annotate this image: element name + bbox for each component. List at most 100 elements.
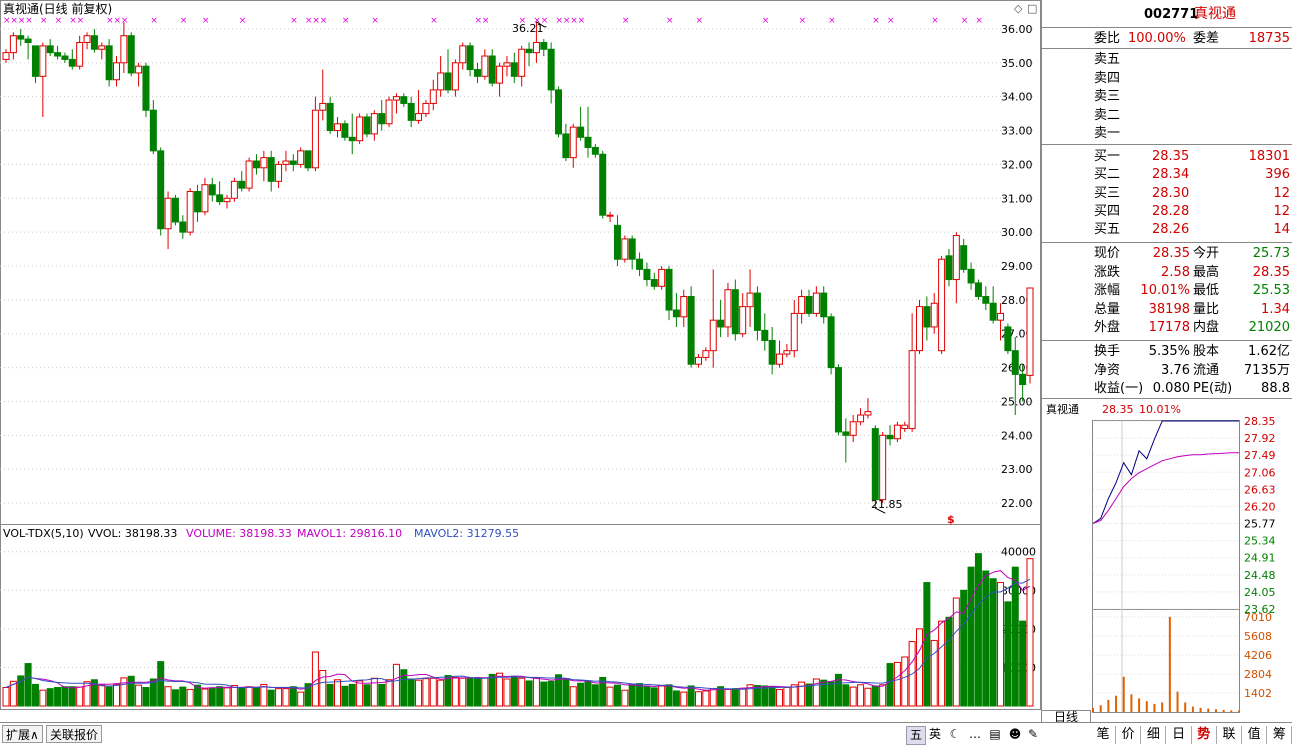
volume-bar[interactable]: [871, 685, 879, 707]
volume-bar[interactable]: [105, 686, 113, 707]
keyboard-icon[interactable]: ▤: [986, 726, 1004, 743]
buy-row-5[interactable]: 买五 28.26 14: [1042, 221, 1292, 238]
volume-bar[interactable]: [252, 686, 260, 707]
volume-bar[interactable]: [356, 680, 364, 707]
tab-4[interactable]: 势: [1192, 726, 1217, 744]
candle[interactable]: [105, 39, 113, 87]
candle[interactable]: [658, 266, 666, 290]
candle[interactable]: [385, 96, 393, 128]
volume-bar[interactable]: [518, 677, 526, 707]
volume-bar[interactable]: [613, 684, 621, 707]
tab-1[interactable]: 价: [1116, 726, 1142, 744]
volume-bar[interactable]: [348, 683, 356, 707]
volume-bar[interactable]: [61, 686, 69, 707]
volume-bar[interactable]: [643, 686, 651, 707]
square-icon[interactable]: □: [1027, 2, 1037, 15]
volume-bar[interactable]: [24, 663, 32, 707]
volume-bar[interactable]: [466, 677, 474, 707]
candle[interactable]: [599, 150, 607, 219]
candle[interactable]: [186, 188, 194, 236]
volume-bar[interactable]: [761, 685, 769, 707]
volume-bar[interactable]: [245, 686, 253, 707]
volume-bar[interactable]: [120, 677, 128, 707]
volume-bar[interactable]: [76, 686, 84, 707]
tab-7[interactable]: 筹: [1267, 726, 1292, 744]
volume-bar[interactable]: [842, 684, 850, 707]
candle[interactable]: [879, 431, 887, 504]
volume-bar[interactable]: [599, 676, 607, 707]
volume-bar[interactable]: [267, 689, 275, 707]
volume-bar[interactable]: [451, 676, 459, 707]
volume-bar[interactable]: [68, 686, 76, 707]
tab-2[interactable]: 细: [1141, 726, 1167, 744]
sell-row-5[interactable]: 卖五: [1042, 51, 1292, 68]
tab-5[interactable]: 联: [1217, 726, 1242, 744]
volume-bar[interactable]: [834, 673, 842, 707]
volume-bar[interactable]: [31, 683, 39, 707]
volume-bar[interactable]: [805, 683, 813, 707]
volume-bar[interactable]: [1019, 620, 1027, 707]
volume-bar[interactable]: [960, 589, 968, 707]
ime-english-icon[interactable]: 英: [926, 726, 944, 743]
volume-bar[interactable]: [709, 688, 717, 707]
volume-bar[interactable]: [98, 684, 106, 707]
volume-bar[interactable]: [216, 686, 224, 707]
volume-bar[interactable]: [650, 687, 658, 707]
candle[interactable]: [304, 150, 312, 172]
volume-bar[interactable]: [540, 681, 548, 707]
volume-bar[interactable]: [628, 683, 636, 707]
volume-bar[interactable]: [275, 688, 283, 707]
volume-bar[interactable]: [658, 685, 666, 707]
tab-3[interactable]: 日: [1167, 726, 1192, 744]
volume-bar[interactable]: [989, 578, 997, 707]
volume-bar[interactable]: [422, 678, 430, 707]
volume-bar[interactable]: [179, 686, 187, 707]
volume-bar[interactable]: [945, 616, 953, 707]
volume-bar[interactable]: [739, 687, 747, 707]
candle[interactable]: [341, 120, 349, 141]
volume-bar[interactable]: [459, 677, 467, 707]
candle[interactable]: [621, 235, 629, 263]
candle[interactable]: [245, 157, 253, 192]
volume-bar[interactable]: [39, 689, 47, 707]
volume-bar[interactable]: [230, 685, 238, 707]
candle[interactable]: [157, 147, 165, 236]
volume-bar[interactable]: [768, 686, 776, 707]
volume-bar[interactable]: [326, 683, 334, 707]
volume-bar[interactable]: [437, 679, 445, 707]
ime-wubi-icon[interactable]: 五: [906, 726, 926, 745]
volume-bar[interactable]: [923, 582, 931, 707]
volume-bar[interactable]: [341, 685, 349, 707]
intraday-mini-chart[interactable]: 真视通 28.35 10.01% 28.35 27.92 27.49 27.06 26.…: [1042, 399, 1292, 717]
volume-bar[interactable]: [503, 678, 511, 707]
volume-bar[interactable]: [665, 684, 673, 707]
volume-bar[interactable]: [879, 684, 887, 707]
candle[interactable]: [827, 313, 835, 375]
kline-chart-svg[interactable]: 36.00 35.00 34.00 33.00 32.00 31.00 30.00 29.00…: [0, 0, 1041, 723]
tab-6[interactable]: 值: [1242, 726, 1268, 744]
candle[interactable]: [938, 255, 946, 355]
volume-bar[interactable]: [687, 685, 695, 707]
candle[interactable]: [834, 364, 842, 436]
volume-bar[interactable]: [997, 582, 1005, 707]
volume-bar[interactable]: [702, 690, 710, 707]
volume-bar[interactable]: [525, 680, 533, 707]
punctuation-icon[interactable]: …: [966, 726, 984, 743]
volume-bar[interactable]: [260, 683, 268, 707]
volume-bar[interactable]: [731, 688, 739, 707]
volume-bar[interactable]: [584, 681, 592, 707]
buy-row-4[interactable]: 买四 28.28 12: [1042, 203, 1292, 220]
volume-bar[interactable]: [407, 678, 415, 707]
candle[interactable]: [297, 147, 305, 168]
volume-bar[interactable]: [776, 688, 784, 707]
volume-bar[interactable]: [930, 639, 938, 707]
volume-bar[interactable]: [201, 688, 209, 707]
candle[interactable]: [871, 425, 879, 509]
candle[interactable]: [555, 86, 563, 138]
volume-bar[interactable]: [1011, 566, 1019, 707]
sell-row-2[interactable]: 卖二: [1042, 107, 1292, 124]
volume-bar[interactable]: [636, 683, 644, 707]
volume-bar[interactable]: [606, 686, 614, 707]
volume-bar[interactable]: [186, 688, 194, 707]
volume-bar[interactable]: [680, 691, 688, 707]
